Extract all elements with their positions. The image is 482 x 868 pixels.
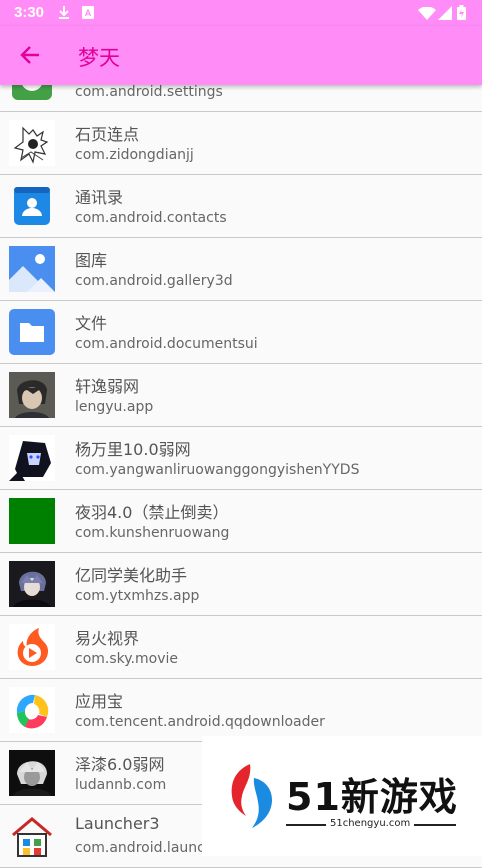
app-name: 泽漆6.0弱网 xyxy=(75,755,165,774)
list-item-xuanyi[interactable]: 轩逸弱网 lengyu.app xyxy=(0,364,482,427)
list-item-yeyu[interactable]: 夜羽4.0（禁止倒卖） com.kunshenruowang xyxy=(0,490,482,553)
app-name: 亿同学美化助手 xyxy=(75,566,188,585)
text-a-icon: A xyxy=(82,6,94,19)
watermark-title: 51新游戏 xyxy=(286,775,458,819)
contacts-icon xyxy=(14,187,50,225)
app-package: ludannb.com xyxy=(75,777,167,793)
arrow-left-icon xyxy=(20,46,39,64)
app-name: 图库 xyxy=(75,251,108,270)
app-name: 文件 xyxy=(75,314,108,333)
yingyongbao-icon xyxy=(9,687,55,733)
signal-icon xyxy=(438,6,452,20)
app-package: com.android.settings xyxy=(75,84,223,100)
app-package: com.android.contacts xyxy=(75,210,227,226)
status-bar: 3:30 A xyxy=(0,0,482,26)
status-time: 3:30 xyxy=(14,4,45,21)
app-name: 应用宝 xyxy=(75,692,124,711)
watermark-url: 51chengyu.com xyxy=(326,818,415,829)
back-button[interactable] xyxy=(8,33,52,77)
list-item-yihuo[interactable]: 易火视界 com.sky.movie xyxy=(0,616,482,679)
sketch-figure-icon xyxy=(9,120,55,166)
app-package: lengyu.app xyxy=(75,399,154,415)
list-item-files[interactable]: 文件 com.android.documentsui xyxy=(0,301,482,364)
app-package: com.tencent.android.qqdownloader xyxy=(75,714,325,730)
app-name: 通讯录 xyxy=(75,188,124,207)
list-item-yingyongbao[interactable]: 应用宝 com.tencent.android.qqdownloader xyxy=(0,679,482,742)
anime-avatar-icon xyxy=(9,372,55,418)
wifi-icon xyxy=(418,7,436,20)
green-square-icon xyxy=(9,498,55,544)
anime-avatar-icon xyxy=(9,435,55,481)
watermark-logo-icon xyxy=(231,764,272,828)
list-item-contacts[interactable]: 通讯录 com.android.contacts xyxy=(0,175,482,238)
battery-icon xyxy=(457,5,466,20)
house-icon xyxy=(9,813,55,859)
anime-avatar-icon xyxy=(9,561,55,607)
list-item-shiye[interactable]: 石页连点 com.zidongdianjj xyxy=(0,112,482,175)
app-name: 石页连点 xyxy=(75,125,140,144)
app-package: com.android.gallery3d xyxy=(75,273,233,289)
gallery-icon xyxy=(9,246,55,292)
app-package: com.ytxmhzs.app xyxy=(75,588,200,604)
download-icon xyxy=(59,6,69,19)
list-item-yitongxue[interactable]: 亿同学美化助手 com.ytxmhzs.app xyxy=(0,553,482,616)
app-name: 夜羽4.0（禁止倒卖） xyxy=(75,503,229,522)
list-item-gallery[interactable]: 图库 com.android.gallery3d xyxy=(0,238,482,301)
app-name: 轩逸弱网 xyxy=(75,377,140,396)
app-name: 杨万里10.0弱网 xyxy=(75,440,191,459)
app-package: com.kunshenruowang xyxy=(75,525,230,541)
watermark: 51新游戏 51chengyu.com xyxy=(202,736,482,856)
page-title: 梦天 xyxy=(78,46,120,70)
flame-play-icon xyxy=(9,624,55,670)
folder-icon xyxy=(9,309,55,355)
app-bar: 梦天 xyxy=(0,26,482,85)
app-name: Launcher3 xyxy=(75,814,160,833)
app-package: com.sky.movie xyxy=(75,651,178,667)
svg-text:A: A xyxy=(85,8,92,18)
list-item-yangwanli[interactable]: 杨万里10.0弱网 com.yangwanliruowanggongyishen… xyxy=(0,427,482,490)
app-package: com.android.documentsui xyxy=(75,336,258,352)
app-package: com.yangwanliruowanggongyishenYYDS xyxy=(75,462,360,478)
anime-avatar-icon xyxy=(9,750,55,796)
app-name: 易火视界 xyxy=(75,629,140,648)
app-package: com.zidongdianjj xyxy=(75,147,194,163)
